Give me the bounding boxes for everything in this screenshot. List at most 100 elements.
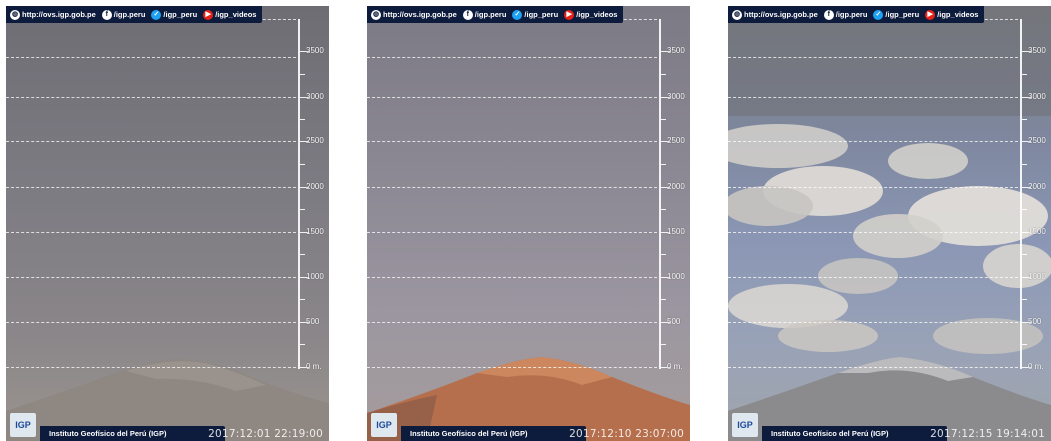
grid-line — [728, 232, 1018, 233]
institute-banner: Instituto Geofísico del Perú (IGP) — [401, 426, 586, 441]
facebook-link[interactable]: f/igp.peru — [823, 9, 867, 20]
scale-label: 0 m. — [1028, 362, 1044, 371]
grid-line — [367, 57, 657, 58]
igp-logo: IGP — [732, 413, 758, 437]
globe-icon: ◍ — [371, 9, 381, 20]
scale-tick — [661, 164, 666, 165]
scale-tick — [300, 119, 305, 120]
grid-line — [367, 322, 657, 323]
scale-label: 1000 — [1028, 272, 1046, 281]
twitter-link[interactable]: ✓/igp_peru — [151, 9, 197, 20]
scale-label: 3000 — [306, 92, 324, 101]
scale-tick — [1022, 209, 1027, 210]
scale-tick — [1022, 74, 1027, 75]
scale-label: 2500 — [667, 136, 685, 145]
website-link[interactable]: ◍ http://ovs.igp.gob.pe — [10, 9, 96, 20]
grid-line — [367, 97, 657, 98]
scale-tick — [300, 164, 305, 165]
scale-tick — [300, 299, 305, 300]
scale-label: 500 — [1028, 317, 1042, 326]
grid-line — [728, 277, 1018, 278]
grid-line — [367, 277, 657, 278]
height-scale — [298, 19, 300, 369]
scale-label: 3000 — [1028, 92, 1046, 101]
youtube-icon: ▶ — [564, 9, 575, 20]
scale-label: 3500 — [1028, 46, 1046, 55]
scale-label: 2500 — [306, 136, 324, 145]
institute-banner: Instituto Geofísico del Perú (IGP) — [762, 426, 947, 441]
facebook-link[interactable]: f/igp.peru — [101, 9, 145, 20]
scale-label: 2000 — [1028, 182, 1046, 191]
igp-logo: IGP — [10, 413, 36, 437]
scale-label: 0 m. — [306, 362, 322, 371]
scale-label: 1500 — [667, 227, 685, 236]
grid-line — [728, 57, 1018, 58]
height-scale — [659, 19, 661, 369]
facebook-icon: f — [823, 9, 834, 20]
grid-line — [367, 187, 657, 188]
youtube-icon: ▶ — [925, 9, 936, 20]
twitter-icon: ✓ — [151, 9, 162, 20]
grid-line — [367, 141, 657, 142]
scale-tick — [300, 74, 305, 75]
scale-label: 2000 — [306, 182, 324, 191]
grid-line — [6, 367, 296, 368]
twitter-icon: ✓ — [512, 9, 523, 20]
timestamp: 2017:12:10 23:07:00 — [569, 428, 684, 440]
grid-line — [728, 367, 1018, 368]
globe-icon: ◍ — [10, 9, 20, 20]
webcam-panel-2: 3500 3000 2500 2000 1500 1000 500 0 m. ◍… — [367, 6, 690, 441]
social-banner: ◍ http://ovs.igp.gob.pe f/igp.peru ✓/igp_… — [728, 6, 985, 23]
igp-logo: IGP — [371, 413, 397, 437]
scale-label: 1000 — [667, 272, 685, 281]
grid-line — [6, 57, 296, 58]
facebook-icon: f — [101, 9, 112, 20]
facebook-link[interactable]: f/igp.peru — [462, 9, 506, 20]
scale-label: 0 m. — [667, 362, 683, 371]
institute-banner: Instituto Geofísico del Perú (IGP) — [40, 426, 225, 441]
scale-tick — [1022, 299, 1027, 300]
twitter-link[interactable]: ✓/igp_peru — [512, 9, 558, 20]
timestamp: 2017:12:01 22:19:00 — [208, 428, 323, 440]
grid-line — [6, 322, 296, 323]
youtube-icon: ▶ — [203, 9, 214, 20]
twitter-link[interactable]: ✓/igp_peru — [873, 9, 919, 20]
website-link[interactable]: ◍ http://ovs.igp.gob.pe — [732, 9, 818, 20]
scale-tick — [300, 209, 305, 210]
scale-label: 3500 — [306, 46, 324, 55]
twitter-icon: ✓ — [873, 9, 884, 20]
grid-line — [6, 97, 296, 98]
grid-line — [6, 277, 296, 278]
scale-tick — [661, 119, 666, 120]
scale-label: 1000 — [306, 272, 324, 281]
social-banner: ◍ http://ovs.igp.gob.pe f/igp.peru ✓/igp_… — [6, 6, 263, 23]
grid-line — [6, 187, 296, 188]
scale-tick — [1022, 254, 1027, 255]
youtube-link[interactable]: ▶/igp_videos — [925, 9, 978, 20]
grid-line — [728, 97, 1018, 98]
scale-label: 2500 — [1028, 136, 1046, 145]
grid-line — [728, 187, 1018, 188]
scale-tick — [1022, 119, 1027, 120]
grid-line — [728, 141, 1018, 142]
scale-tick — [300, 344, 305, 345]
scale-tick — [661, 299, 666, 300]
webcam-panel-3: 3500 3000 2500 2000 1500 1000 500 0 m. ◍… — [728, 6, 1051, 441]
facebook-icon: f — [462, 9, 473, 20]
scale-tick — [661, 254, 666, 255]
website-link[interactable]: ◍ http://ovs.igp.gob.pe — [371, 9, 457, 20]
youtube-link[interactable]: ▶/igp_videos — [564, 9, 617, 20]
scale-label: 3500 — [667, 46, 685, 55]
grid-line — [6, 232, 296, 233]
grid-line — [367, 367, 657, 368]
scale-tick — [1022, 164, 1027, 165]
scale-label: 1500 — [1028, 227, 1046, 236]
scale-tick — [661, 209, 666, 210]
scale-label: 3000 — [667, 92, 685, 101]
scale-tick — [661, 74, 666, 75]
globe-icon: ◍ — [732, 9, 742, 20]
youtube-link[interactable]: ▶/igp_videos — [203, 9, 256, 20]
scale-label: 1500 — [306, 227, 324, 236]
scale-tick — [661, 344, 666, 345]
scale-label: 2000 — [667, 182, 685, 191]
